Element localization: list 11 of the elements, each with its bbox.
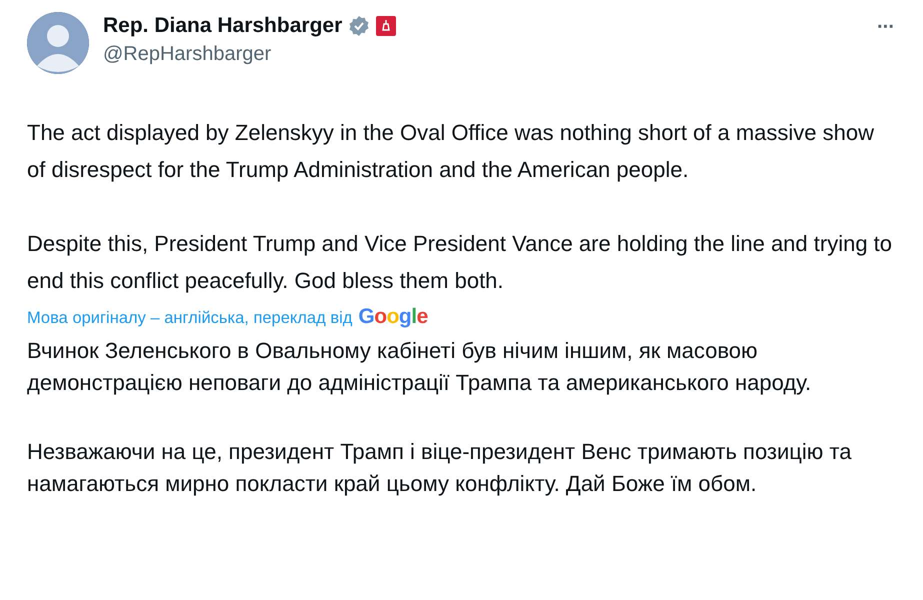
- tweet-paragraph: Despite this, President Trump and Vice President Vance are holding the line and trying to end this conflict peacefully. God bless them both.: [27, 230, 894, 295]
- tweet-paragraph: The act displayed by Zelenskyy in the Oval Office was nothing short of a massive show of disrespect for the Trump Administration and the American people.: [27, 119, 875, 184]
- google-logo: Google: [358, 305, 428, 329]
- avatar-image[interactable]: [27, 12, 89, 74]
- translated-paragraph: Незважаючи на це, президент Трамп і віце-президент Венс тримають позицію та намагаються мирно покласти край цьому конфлікту. Дай Боже їм обом.: [27, 438, 852, 498]
- translated-paragraph: Вчинок Зеленського в Овальному кабінеті був нічим іншим, як масовою демонстрацією неповаги до адміністрації Трампа та американського народу.: [27, 337, 812, 397]
- translation-notice: Мова оригіналу – англійська, переклад від: [27, 309, 352, 328]
- author-name[interactable]: Rep. Diana Harshbarger: [103, 14, 342, 38]
- flag-icon: [376, 16, 396, 36]
- more-button[interactable]: ···: [875, 16, 896, 39]
- author-handle[interactable]: @RepHarshbarger: [103, 43, 862, 66]
